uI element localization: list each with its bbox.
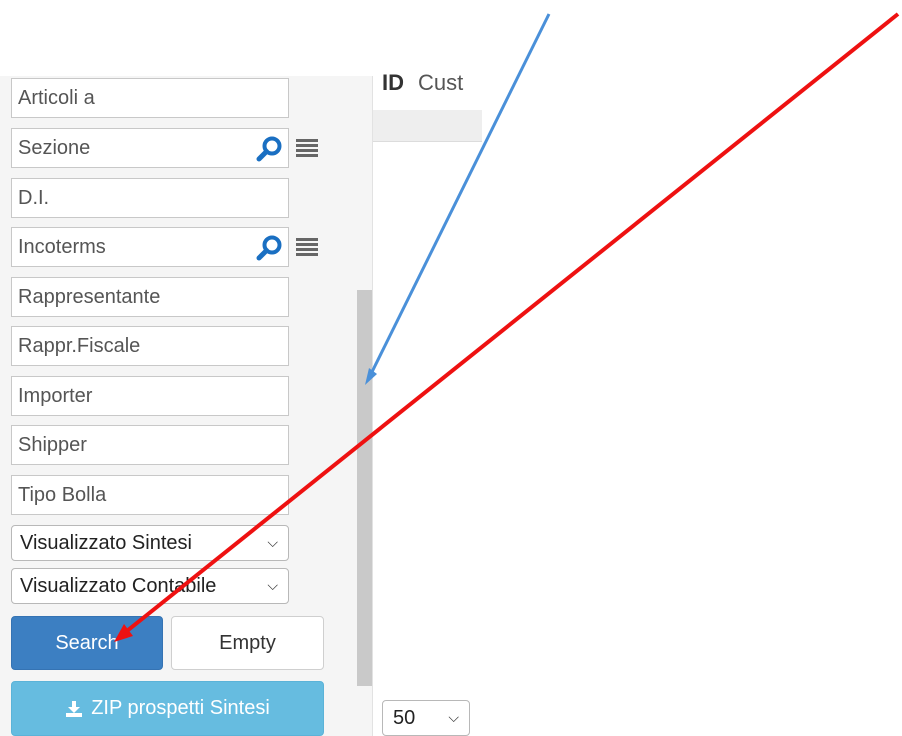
menu-icon[interactable] (296, 238, 318, 256)
empty-button[interactable]: Empty (171, 616, 324, 670)
page-size-value: 50 (393, 707, 416, 729)
incoterms-input[interactable] (12, 228, 252, 266)
zip-button-label: ZIP prospetti Sintesi (91, 697, 270, 719)
sezione-field[interactable] (11, 128, 289, 168)
header-id-label: ID (382, 70, 404, 95)
visualizzato-contabile-select[interactable]: Visualizzato Contabile ⌵ (11, 568, 289, 604)
search-button[interactable]: Search (11, 616, 163, 670)
visualizzato-sintesi-select[interactable]: Visualizzato Sintesi ⌵ (11, 525, 289, 561)
incoterms-field[interactable] (11, 227, 289, 267)
chevron-down-icon: ⌵ (448, 709, 459, 725)
empty-button-label: Empty (219, 631, 276, 654)
rappresentante-input[interactable] (12, 278, 288, 316)
articoli-input[interactable] (12, 79, 288, 117)
chevron-down-icon: ⌵ (267, 534, 278, 550)
menu-icon[interactable] (296, 139, 318, 157)
search-icon[interactable] (256, 136, 284, 162)
chevron-down-icon: ⌵ (267, 577, 278, 593)
tipo-bolla-field[interactable] (11, 475, 289, 515)
download-icon (66, 700, 83, 717)
page-size-select[interactable]: 50 ⌵ (382, 700, 470, 736)
sidebar-scrollbar[interactable] (357, 290, 372, 686)
zip-prospetti-button[interactable]: ZIP prospetti Sintesi (11, 681, 324, 736)
di-input[interactable] (12, 179, 288, 217)
select-value: Visualizzato Contabile (20, 575, 217, 597)
importer-field[interactable] (11, 376, 289, 416)
table-header-fragment: ID Cust (382, 70, 463, 96)
rappr-fiscale-field[interactable] (11, 326, 289, 366)
importer-input[interactable] (12, 377, 288, 415)
rappr-fiscale-input[interactable] (12, 327, 288, 365)
di-field[interactable] (11, 178, 289, 218)
tipo-bolla-input[interactable] (12, 476, 288, 514)
header-cust-label: Cust (418, 70, 464, 95)
table-header-band (373, 110, 482, 142)
shipper-field[interactable] (11, 425, 289, 465)
shipper-input[interactable] (12, 426, 288, 464)
articoli-field[interactable] (11, 78, 289, 118)
search-button-label: Search (55, 631, 119, 654)
search-icon[interactable] (256, 235, 284, 261)
sezione-input[interactable] (12, 129, 252, 167)
select-value: Visualizzato Sintesi (20, 532, 192, 554)
rappresentante-field[interactable] (11, 277, 289, 317)
